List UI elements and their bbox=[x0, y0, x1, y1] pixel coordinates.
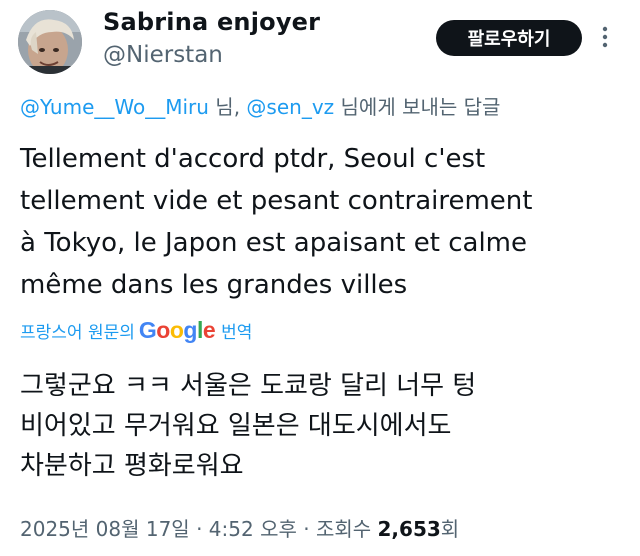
translation-label-prefix: 프랑스어 원문의 bbox=[20, 323, 135, 343]
reply-context: @Yume__Wo__Miru 님, @sen_vz 님에게 보내는 답글 bbox=[20, 91, 500, 120]
tweet-date[interactable]: 2025년 08월 17일 bbox=[20, 517, 190, 541]
google-logo-letter: o bbox=[156, 317, 170, 343]
views-unit: 회 bbox=[440, 517, 460, 541]
views-count[interactable]: 2,653 bbox=[378, 517, 441, 541]
meta-separator: · bbox=[189, 517, 209, 541]
tweet-metadata: 2025년 08월 17일 · 4:52 오후 · 조회수 2,653회 bbox=[20, 513, 459, 542]
author-handle[interactable]: @Nierstan bbox=[103, 42, 223, 68]
reply-suffix: 님에게 보내는 답글 bbox=[334, 95, 501, 119]
reply-separator: 님, bbox=[208, 95, 247, 119]
translation-attribution[interactable]: 프랑스어 원문의 Google 번역 bbox=[20, 317, 252, 344]
reply-mention-link[interactable]: @sen_vz bbox=[246, 95, 334, 119]
more-vertical-icon[interactable] bbox=[598, 24, 612, 50]
google-logo-letter: G bbox=[138, 317, 157, 343]
google-logo-letter: o bbox=[169, 317, 184, 343]
reply-mention-link[interactable]: @Yume__Wo__Miru bbox=[20, 95, 209, 119]
google-logo: Google bbox=[138, 317, 216, 344]
follow-button[interactable]: 팔로우하기 bbox=[436, 20, 582, 56]
author-display-name[interactable]: Sabrina enjoyer bbox=[103, 8, 320, 36]
tweet-time[interactable]: 4:52 오후 bbox=[209, 517, 297, 541]
avatar[interactable] bbox=[18, 10, 82, 74]
views-label: 조회수 bbox=[315, 517, 378, 541]
translated-tweet-text: 그렇군요 ㅋㅋ 서울은 도쿄랑 달리 너무 텅 비어있고 무거워요 일본은 대도… bbox=[20, 371, 477, 481]
google-logo-letter: e bbox=[202, 317, 216, 343]
tweet-text: Tellement d'accord ptdr, Seoul c'est tel… bbox=[20, 144, 533, 300]
google-logo-letter: g bbox=[183, 317, 197, 343]
meta-separator: · bbox=[296, 517, 316, 541]
translation-label-suffix: 번역 bbox=[221, 323, 253, 343]
profile-photo-icon bbox=[18, 10, 82, 74]
